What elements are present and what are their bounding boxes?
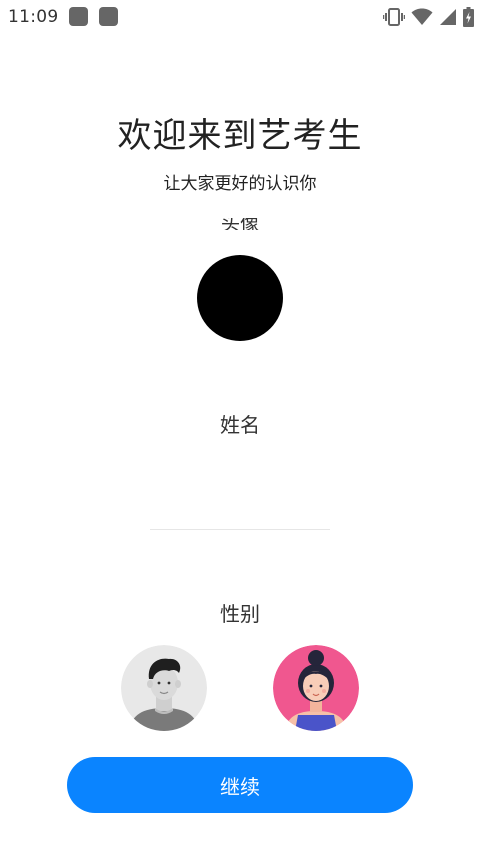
male-avatar-icon xyxy=(121,645,207,731)
female-avatar-option[interactable] xyxy=(273,645,359,731)
page-title: 欢迎来到艺考生 xyxy=(117,116,363,156)
page-subtitle: 让大家更好的认识你 xyxy=(163,174,317,194)
name-input[interactable] xyxy=(150,489,330,530)
name-label: 姓名 xyxy=(220,413,260,437)
battery-icon xyxy=(463,7,474,27)
male-avatar-option[interactable] xyxy=(121,645,207,731)
status-bar: 11:09 xyxy=(0,0,480,34)
vibrate-icon xyxy=(383,7,405,27)
avatar-label: 头像 xyxy=(220,218,259,230)
continue-button[interactable]: 继续 xyxy=(67,757,413,813)
female-avatar-icon xyxy=(273,645,359,731)
avatar-picker[interactable] xyxy=(197,255,283,341)
gender-label: 性别 xyxy=(220,602,260,626)
notification-icon xyxy=(69,7,88,26)
signal-icon xyxy=(439,8,457,26)
status-time: 11:09 xyxy=(8,7,59,27)
status-icons xyxy=(383,6,474,28)
notification-icon xyxy=(99,7,118,26)
avatar-label-container: 头像 xyxy=(0,218,480,230)
wifi-icon xyxy=(411,8,433,26)
